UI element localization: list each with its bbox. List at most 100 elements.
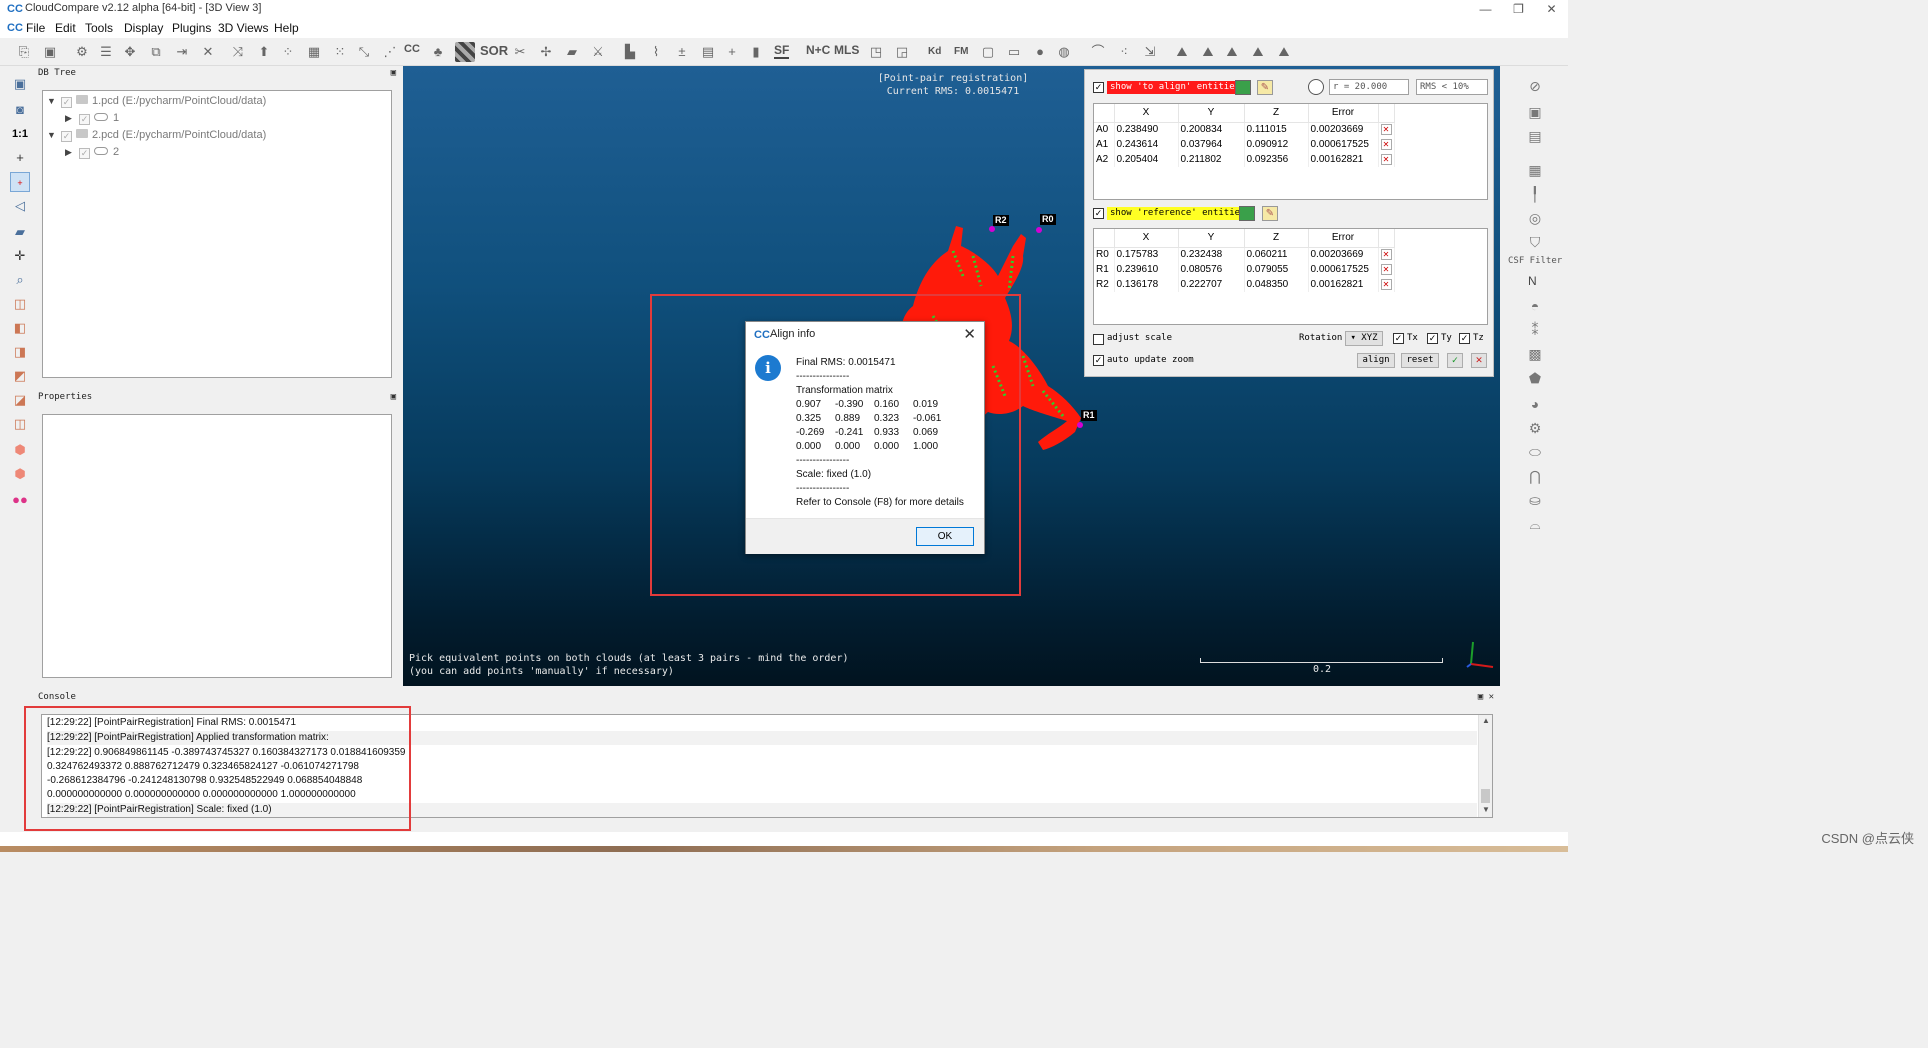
table-row[interactable]: A0 0.238490 0.200834 0.111015 0.00203669 ✕: [1094, 122, 1395, 137]
merge-icon[interactable]: ⇥: [172, 42, 192, 62]
tree-item-cloud-2[interactable]: ▶ ✓ 2: [65, 144, 119, 160]
scissors-icon[interactable]: ✂: [510, 42, 530, 62]
move-icon[interactable]: ✢: [536, 42, 556, 62]
console-scrollbar[interactable]: ▲ ▼: [1478, 715, 1492, 817]
view-bottom-icon[interactable]: ◫: [10, 414, 30, 434]
sphere-icon[interactable]: ●: [1030, 42, 1050, 62]
filter-icon[interactable]: ♣: [428, 42, 448, 62]
csf-filter-label[interactable]: CSF Filter: [1508, 256, 1562, 266]
open-icon[interactable]: ⎘: [14, 42, 34, 62]
tree-item-1pcd[interactable]: ▼ ✓ 1.pcd (E:/pycharm/PointCloud/data): [47, 93, 266, 109]
ty-checkbox[interactable]: ✓: [1427, 333, 1438, 344]
cc-label[interactable]: CC: [404, 43, 420, 55]
list-icon[interactable]: ☰: [96, 42, 116, 62]
table-row[interactable]: R0 0.175783 0.232438 0.060211 0.00203669 ✕: [1094, 247, 1395, 262]
terrain3-icon[interactable]: ⛰: [1222, 42, 1242, 62]
sphere-radius-icon[interactable]: [1308, 79, 1324, 95]
validate-icon[interactable]: ✓: [1447, 353, 1463, 368]
translate-icon[interactable]: ✥: [120, 42, 140, 62]
save-icon[interactable]: ▣: [40, 42, 60, 62]
close-icon[interactable]: ✕: [963, 325, 976, 343]
delete-point-icon[interactable]: ✕: [1380, 139, 1392, 150]
magnet-icon[interactable]: ⋂: [1524, 466, 1546, 486]
close-window-button[interactable]: ✕: [1535, 0, 1568, 18]
sf-delete-icon[interactable]: ▮: [746, 42, 766, 62]
reset-button[interactable]: reset: [1401, 353, 1439, 368]
cdl-icon[interactable]: ▣: [1524, 102, 1546, 122]
kd-button[interactable]: Kd: [928, 46, 941, 57]
menu-plugins[interactable]: Plugins: [172, 21, 211, 35]
settings-icon[interactable]: ⚙: [1524, 418, 1546, 438]
terrain2-icon[interactable]: ⛰: [1198, 42, 1218, 62]
film-icon[interactable]: ▦: [1524, 160, 1546, 180]
visibility-checkbox[interactable]: ✓: [79, 114, 90, 125]
tx-checkbox[interactable]: ✓: [1393, 333, 1404, 344]
table-row[interactable]: R1 0.239610 0.080576 0.079055 0.000617525 ✕: [1094, 262, 1395, 277]
n-label[interactable]: N: [1528, 274, 1537, 288]
zoom-1-1-icon[interactable]: 1:1: [10, 124, 30, 144]
pick-icon[interactable]: ⚔: [588, 42, 608, 62]
surface-icon[interactable]: ⌓: [1524, 514, 1546, 534]
float-panel-icon[interactable]: ▣: [391, 66, 396, 80]
subsample-icon[interactable]: ▦: [304, 42, 324, 62]
distance-icon[interactable]: ⤡: [354, 42, 374, 62]
menu-file[interactable]: File: [26, 21, 45, 35]
iso-front-icon[interactable]: ⬢: [10, 440, 30, 460]
table-row[interactable]: A1 0.243614 0.037964 0.090912 0.000617525 ✕: [1094, 137, 1395, 152]
menu-help[interactable]: Help: [274, 21, 299, 35]
tz-checkbox[interactable]: ✓: [1459, 333, 1470, 344]
noise-icon[interactable]: ⁙: [330, 42, 350, 62]
layer-icon[interactable]: ▰: [10, 222, 30, 242]
ellipse-icon[interactable]: ⬭: [1524, 442, 1546, 462]
align-icon[interactable]: ⤨: [228, 42, 248, 62]
menu-tools[interactable]: Tools: [85, 21, 113, 35]
view-top-icon[interactable]: ◫: [10, 294, 30, 314]
segment-icon[interactable]: ⧉: [146, 42, 166, 62]
fm-button[interactable]: FM: [954, 46, 968, 57]
checker-icon[interactable]: [455, 42, 475, 62]
zoom-icon[interactable]: ⌕: [10, 270, 30, 290]
scatter-icon[interactable]: ⁖: [1114, 42, 1134, 62]
move-pivot-icon[interactable]: ✛: [10, 246, 30, 266]
shield-icon[interactable]: ⛉: [1524, 232, 1546, 252]
delete-point-icon[interactable]: ✕: [1380, 124, 1392, 136]
terrain5-icon[interactable]: ⛰: [1274, 42, 1294, 62]
sample-icon[interactable]: ⁘: [278, 42, 298, 62]
delete-point-icon[interactable]: ✕: [1380, 154, 1392, 165]
histogram-icon[interactable]: ▙: [620, 42, 640, 62]
brush-icon[interactable]: ╿: [1524, 184, 1546, 204]
pencil-icon[interactable]: ✎: [1257, 80, 1273, 95]
sf-button[interactable]: SF: [774, 43, 790, 59]
auto-pivot-icon[interactable]: +: [10, 172, 30, 192]
poisson-icon[interactable]: ⬟: [1524, 368, 1546, 388]
plane-icon[interactable]: ▰: [562, 42, 582, 62]
hpr-icon[interactable]: ◓: [1524, 296, 1546, 316]
canupo-create-icon[interactable]: ◳: [866, 42, 886, 62]
tree-item-cloud-1[interactable]: ▶ ✓ 1: [65, 110, 119, 126]
contour-icon[interactable]: ⌒: [1088, 42, 1108, 62]
mesh-icon[interactable]: ▭: [1004, 42, 1024, 62]
ok-button[interactable]: OK: [916, 527, 974, 546]
rotation-select[interactable]: ▾ XYZ: [1345, 331, 1383, 346]
delete-point-icon[interactable]: ✕: [1380, 279, 1392, 290]
ssao-icon[interactable]: ▤: [1524, 126, 1546, 146]
table-row[interactable]: A2 0.205404 0.211802 0.092356 0.00162821 ✕: [1094, 152, 1395, 167]
expand-arrow-icon[interactable]: ▼: [47, 93, 61, 109]
expand-arrow-icon[interactable]: ▶: [65, 144, 79, 160]
align-button[interactable]: align: [1357, 353, 1395, 368]
normals-curvature-button[interactable]: N+C: [806, 43, 830, 57]
fullscreen-icon[interactable]: ▣: [10, 74, 30, 94]
pencil-icon[interactable]: ✎: [1262, 206, 1278, 221]
radius-spinbox[interactable]: r = 20.000: [1329, 79, 1409, 95]
iso-back-icon[interactable]: ⬢: [10, 464, 30, 484]
terrain4-icon[interactable]: ⛰: [1248, 42, 1268, 62]
reference-color-icon[interactable]: [1239, 206, 1255, 221]
align-color-icon[interactable]: [1235, 80, 1251, 95]
scroll-thumb[interactable]: [1481, 789, 1490, 803]
menu-3d-views[interactable]: 3D Views: [218, 21, 268, 35]
scroll-up-icon[interactable]: ▲: [1482, 716, 1490, 725]
show-reference-checkbox[interactable]: ✓: [1093, 208, 1104, 219]
scroll-down-icon[interactable]: ▼: [1482, 805, 1490, 814]
cancel-icon[interactable]: ✕: [1471, 353, 1487, 368]
sf-arith-icon[interactable]: ±: [672, 42, 692, 62]
